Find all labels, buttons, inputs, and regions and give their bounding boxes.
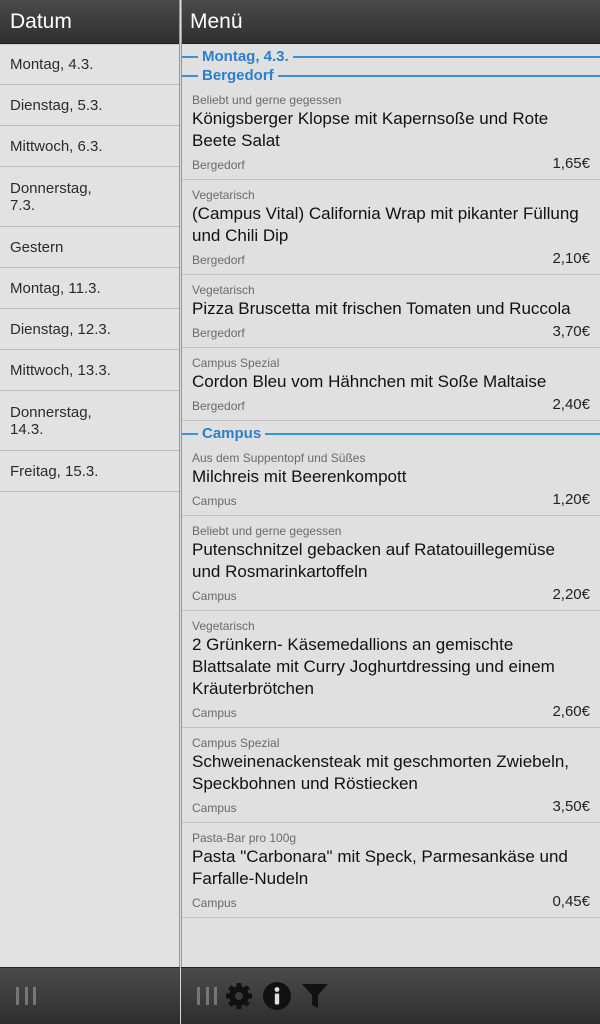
menu-pane-title: Menü xyxy=(190,10,243,33)
menu-item-location: Campus xyxy=(192,801,237,815)
menu-item-category: Beliebt und gerne gegessen xyxy=(192,93,342,107)
filter-icon[interactable] xyxy=(299,980,331,1012)
menu-item-footer: Bergedorf 1,65€ xyxy=(192,152,590,173)
menu-item-category: Aus dem Suppentopf und Süßes xyxy=(192,451,366,465)
date-label: Dienstag, 12.3. xyxy=(10,320,111,338)
menu-item-name: Putenschnitzel gebacken auf Ratatouilleg… xyxy=(192,540,555,581)
menu-item-location: Campus xyxy=(192,589,237,603)
date-list-item[interactable]: Gestern xyxy=(0,227,179,268)
date-list-item[interactable]: Montag, 11.3. xyxy=(0,268,179,309)
menu-item-price: 1,65€ xyxy=(552,155,590,172)
menu-item[interactable]: Pasta-Bar pro 100g Pasta "Carbonara" mit … xyxy=(182,823,600,918)
menu-item-name: Pasta "Carbonara" mit Speck, Parmesankäs… xyxy=(192,847,568,888)
menu-item-name: Cordon Bleu vom Hähnchen mit Soße Maltai… xyxy=(192,372,547,391)
date-label: Donnerstag, 14.3. xyxy=(10,403,92,438)
section-header: Bergedorf xyxy=(182,66,600,85)
menu-item-category: Vegetarisch xyxy=(192,619,255,633)
section-header: Montag, 4.3. xyxy=(182,47,600,66)
menu-item-price: 3,50€ xyxy=(552,798,590,815)
menu-item[interactable]: Campus Spezial Cordon Bleu vom Hähnchen m… xyxy=(182,348,600,421)
menu-item-location: Bergedorf xyxy=(192,399,245,413)
menu-item-name: (Campus Vital) California Wrap mit pikan… xyxy=(192,204,579,245)
date-list-item[interactable]: Mittwoch, 13.3. xyxy=(0,350,179,391)
right-toolbar xyxy=(181,967,600,1024)
drag-handle-icon[interactable] xyxy=(16,987,36,1005)
date-pane: Datum Montag, 4.3. Dienstag, 5.3. Mittwoch… xyxy=(0,0,180,1024)
date-list-item[interactable]: Donnerstag, 14.3. xyxy=(0,391,179,451)
date-label: Gestern xyxy=(10,238,64,256)
menu-item-name: Milchreis mit Beerenkompott xyxy=(192,467,407,486)
menu-item-footer: Campus 0,45€ xyxy=(192,890,590,911)
menu-item-category: Beliebt und gerne gegessen xyxy=(192,524,342,538)
menu-item-price: 2,20€ xyxy=(552,586,590,603)
menu-item[interactable]: Campus Spezial Schweinenackensteak mit ge… xyxy=(182,728,600,823)
menu-item-category: Campus Spezial xyxy=(192,356,280,370)
date-list-item[interactable]: Donnerstag, 7.3. xyxy=(0,167,179,227)
date-list-item[interactable]: Montag, 4.3. xyxy=(0,44,179,85)
date-label: Dienstag, 5.3. xyxy=(10,96,103,114)
menu-item-name: Königsberger Klopse mit Kapernsoße und R… xyxy=(192,109,549,150)
menu-item-footer: Campus 1,20€ xyxy=(192,488,590,509)
menu-item[interactable]: Beliebt und gerne gegessen Putenschnitzel… xyxy=(182,516,600,611)
menu-item-price: 0,45€ xyxy=(552,893,590,910)
menu-item[interactable]: Vegetarisch (Campus Vital) California Wra… xyxy=(182,180,600,275)
date-list: Montag, 4.3. Dienstag, 5.3. Mittwoch, 6.3.… xyxy=(0,44,179,492)
info-icon[interactable] xyxy=(261,980,293,1012)
date-label: Freitag, 15.3. xyxy=(10,462,99,480)
date-label: Mittwoch, 13.3. xyxy=(10,361,111,379)
date-list-item[interactable]: Freitag, 15.3. xyxy=(0,451,179,492)
menu-item-footer: Bergedorf 2,10€ xyxy=(192,247,590,268)
menu-item-price: 2,60€ xyxy=(552,703,590,720)
menu-item-location: Bergedorf xyxy=(192,158,245,172)
menu-item-name: Pizza Bruscetta mit frischen Tomaten und… xyxy=(192,299,571,318)
date-label: Montag, 4.3. xyxy=(10,56,94,73)
menu-item-name: Schweinenackensteak mit geschmorten Zwie… xyxy=(192,752,570,793)
date-label: Montag, 11.3. xyxy=(10,279,101,297)
menu-item-category: Campus Spezial xyxy=(192,736,280,750)
left-toolbar xyxy=(0,967,180,1024)
menu-item-name: 2 Grünkern- Käsemedallions an gemischte … xyxy=(192,635,555,698)
menu-item-footer: Campus 3,50€ xyxy=(192,795,590,816)
menu-item[interactable]: Beliebt und gerne gegessen Königsberger K… xyxy=(182,85,600,180)
date-label: Donnerstag, 7.3. xyxy=(10,179,92,214)
section-title: Bergedorf xyxy=(198,66,278,85)
date-list-item[interactable]: Dienstag, 5.3. xyxy=(0,85,179,126)
menu-item-location: Bergedorf xyxy=(192,326,245,340)
menu-item-price: 2,40€ xyxy=(552,396,590,413)
menu-item-location: Campus xyxy=(192,896,237,910)
section-title: Campus xyxy=(198,424,266,443)
section-title: Montag, 4.3. xyxy=(198,47,293,66)
menu-pane-header: Menü xyxy=(182,0,600,44)
date-list-item[interactable]: Dienstag, 12.3. xyxy=(0,309,179,350)
menu-item-footer: Bergedorf 2,40€ xyxy=(192,393,590,414)
section-header: Campus xyxy=(182,424,600,443)
date-list-item[interactable]: Mittwoch, 6.3. xyxy=(0,126,179,167)
menu-item-category: Vegetarisch xyxy=(192,283,255,297)
menu-item[interactable]: Aus dem Suppentopf und Süßes Milchreis mi… xyxy=(182,443,600,516)
menu-item-footer: Campus 2,20€ xyxy=(192,583,590,604)
date-pane-header: Datum xyxy=(0,0,179,44)
menu-item-location: Campus xyxy=(192,494,237,508)
date-label: Mittwoch, 6.3. xyxy=(10,137,103,155)
menu-item-category: Vegetarisch xyxy=(192,188,255,202)
date-pane-title: Datum xyxy=(10,10,72,33)
drag-handle-icon[interactable] xyxy=(197,987,217,1005)
menu-item[interactable]: Vegetarisch 2 Grünkern- Käsemedallions an… xyxy=(182,611,600,728)
gear-icon[interactable] xyxy=(223,980,255,1012)
menu-item-footer: Campus 2,60€ xyxy=(192,700,590,721)
menu-pane: Menü Montag, 4.3. Bergedorf Beliebt und ge… xyxy=(181,0,600,1024)
menu-item-location: Bergedorf xyxy=(192,253,245,267)
menu-item-price: 1,20€ xyxy=(552,491,590,508)
menu-item-price: 2,10€ xyxy=(552,250,590,267)
menu-item-footer: Bergedorf 3,70€ xyxy=(192,320,590,341)
menu-list[interactable]: Montag, 4.3. Bergedorf Beliebt und gerne g… xyxy=(182,44,600,967)
menu-item-price: 3,70€ xyxy=(552,323,590,340)
menu-item-category: Pasta-Bar pro 100g xyxy=(192,831,297,845)
menu-item[interactable]: Vegetarisch Pizza Bruscetta mit frischen … xyxy=(182,275,600,348)
menu-item-location: Campus xyxy=(192,706,237,720)
